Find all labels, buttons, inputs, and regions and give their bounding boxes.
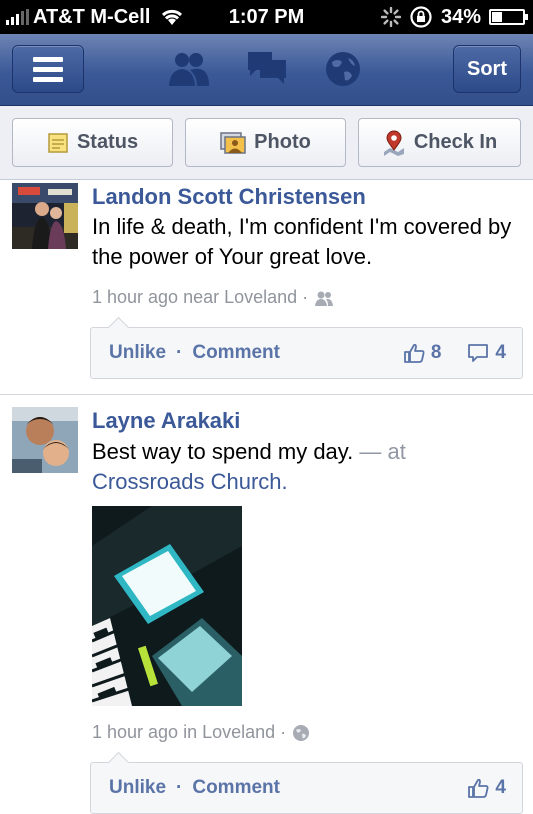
- menu-icon: [33, 56, 63, 62]
- avatar[interactable]: [12, 183, 78, 249]
- feed-story: Landon Scott Christensen In life & death…: [0, 180, 533, 395]
- unlike-link[interactable]: Unlike: [109, 342, 166, 364]
- story-message: Best way to spend my day. — at Crossroad…: [92, 437, 522, 497]
- story-photo[interactable]: [92, 506, 242, 706]
- battery-icon: [489, 9, 528, 25]
- unlike-link[interactable]: Unlike: [109, 777, 166, 799]
- carrier-name: AT&T M-Cell: [33, 5, 151, 28]
- status-right-group: 34%: [380, 0, 528, 34]
- wifi-icon: [162, 9, 183, 25]
- status-button[interactable]: Status: [12, 118, 173, 167]
- photo-label: Photo: [254, 131, 311, 153]
- place-link[interactable]: Crossroads Church.: [92, 469, 288, 494]
- story-message-text: Best way to spend my day.: [92, 439, 354, 464]
- activity-spinner-icon: [380, 7, 401, 27]
- menu-button[interactable]: [12, 45, 84, 93]
- comment-link[interactable]: Comment: [192, 342, 280, 364]
- story-timestamp[interactable]: 1 hour ago in Loveland ·: [92, 722, 286, 743]
- story-author[interactable]: Layne Arakaki: [92, 408, 240, 434]
- battery-fill: [492, 12, 503, 22]
- globe-icon: [293, 724, 310, 741]
- story-message: In life & death, I'm confident I'm cover…: [92, 214, 512, 269]
- story-author[interactable]: Landon Scott Christensen: [92, 184, 366, 210]
- map-pin-icon: [383, 130, 404, 156]
- like-thumb-icon: [403, 343, 425, 363]
- nav-bar: Sort: [0, 34, 533, 106]
- profile-picture: [12, 407, 78, 473]
- feedback-actions: Unlike · Comment: [109, 328, 280, 378]
- status-label: Status: [76, 131, 139, 153]
- story-feedback-bar: Unlike · Comment 4: [90, 762, 523, 814]
- status-note-icon: [48, 132, 68, 153]
- notifications-globe-icon[interactable]: [324, 50, 362, 88]
- messages-icon[interactable]: [246, 50, 288, 88]
- status-bar: AT&T M-Cell 1:07 PM 34%: [0, 0, 533, 34]
- like-thumb-icon: [468, 778, 489, 798]
- feed-story: Layne Arakaki Best way to spend my day. …: [0, 395, 533, 814]
- comment-link[interactable]: Comment: [192, 777, 280, 799]
- photo-button[interactable]: Photo: [185, 118, 346, 167]
- like-count: 8: [430, 342, 442, 363]
- carrier-group: AT&T M-Cell: [6, 0, 184, 34]
- check-in-button[interactable]: Check In: [358, 118, 521, 167]
- sort-button[interactable]: Sort: [453, 45, 521, 93]
- keyboard-photo: [92, 506, 242, 706]
- feedback-actions: Unlike · Comment: [109, 763, 280, 813]
- rotation-lock-icon: [410, 6, 432, 28]
- story-meta: 1 hour ago in Loveland ·: [92, 722, 310, 743]
- friend-requests-icon[interactable]: [166, 50, 212, 90]
- comment-count: 4: [495, 342, 506, 363]
- signal-strength-icon: [6, 9, 29, 25]
- separator: ·: [176, 342, 183, 363]
- photo-icon: [220, 131, 246, 154]
- story-feedback-bar: Unlike · Comment 8 4: [90, 327, 523, 379]
- story-at-text: — at: [359, 439, 406, 464]
- battery-percent: 34%: [440, 5, 481, 28]
- feedback-counts[interactable]: 8 4: [403, 328, 506, 378]
- check-in-label: Check In: [413, 131, 498, 153]
- like-count: 4: [495, 777, 506, 798]
- comment-bubble-icon: [468, 344, 489, 362]
- story-timestamp[interactable]: 1 hour ago near Loveland ·: [92, 287, 308, 308]
- avatar[interactable]: [12, 407, 78, 473]
- publisher-bar: Status Photo Check In: [0, 106, 533, 180]
- friends-icon: [315, 291, 334, 306]
- story-meta: 1 hour ago near Loveland ·: [92, 287, 334, 308]
- profile-picture: [12, 183, 78, 249]
- separator: ·: [176, 777, 183, 798]
- feedback-counts[interactable]: 4: [467, 763, 506, 813]
